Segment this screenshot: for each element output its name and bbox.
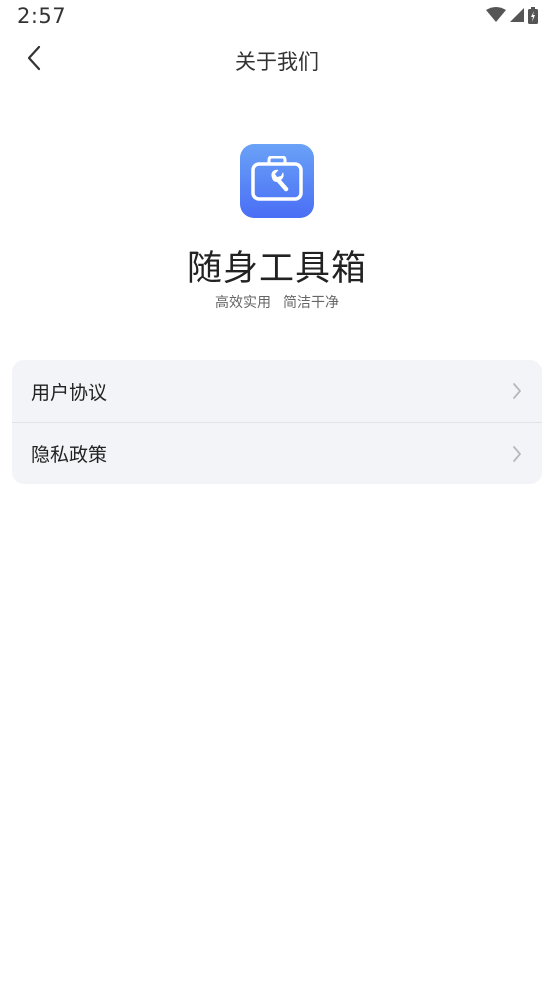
menu-card: 用户协议 隐私政策	[12, 360, 542, 484]
chevron-right-icon	[512, 382, 522, 400]
app-logo	[240, 144, 314, 218]
app-name: 随身工具箱	[186, 249, 367, 289]
page-title: 关于我们	[235, 50, 319, 74]
signal-icon	[510, 8, 524, 22]
menu-item-user-agreement[interactable]: 用户协议	[12, 360, 542, 422]
menu-item-label: 用户协议	[31, 381, 108, 404]
wifi-icon	[486, 7, 506, 23]
menu-item-privacy-policy[interactable]: 隐私政策	[12, 422, 542, 484]
about-us-screen: 2:57 关于我们 随身工具箱 高效实用 简洁干净 用户协议 隐私政策	[0, 0, 554, 984]
battery-icon	[528, 6, 538, 24]
status-icons	[486, 6, 538, 24]
status-bar: 2:57	[0, 0, 554, 34]
menu-item-label: 隐私政策	[31, 444, 108, 466]
app-slogan: 高效实用 简洁干净	[0, 292, 554, 312]
nav-bar: 关于我们	[0, 34, 554, 86]
toolbox-wrench-icon	[250, 155, 304, 206]
status-time: 2:57	[17, 4, 67, 28]
slogan-part: 高效实用	[215, 295, 271, 311]
chevron-right-icon	[512, 445, 522, 463]
slogan-part: 简洁干净	[283, 295, 339, 311]
